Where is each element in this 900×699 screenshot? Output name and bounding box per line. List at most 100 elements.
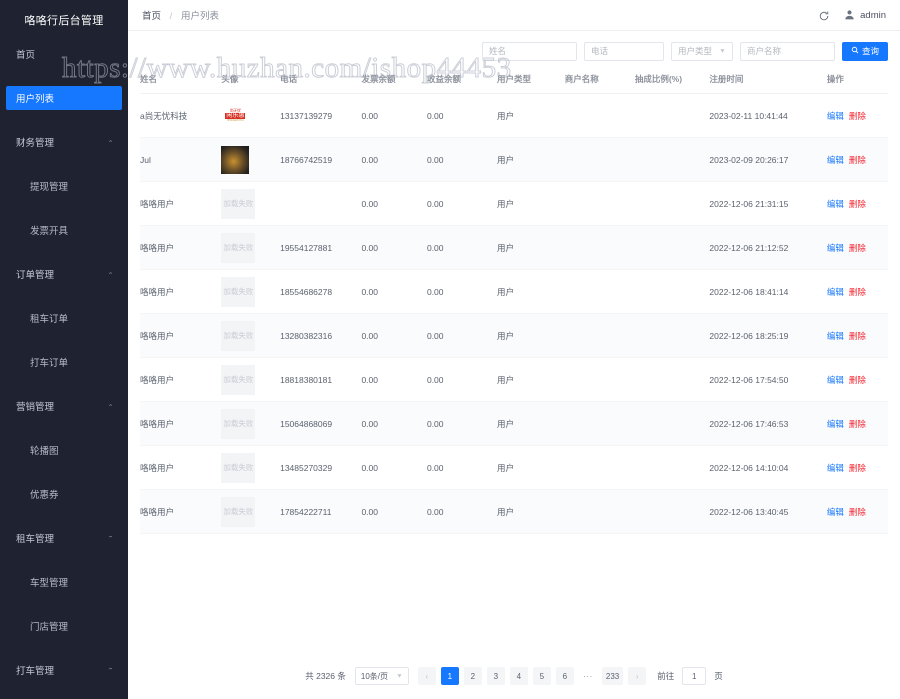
cell-phone-value: 18766742519 xyxy=(280,154,333,165)
edit-button[interactable]: 编辑 xyxy=(827,155,844,165)
cell-phone: 15064868069 xyxy=(280,401,362,446)
cell-avatar xyxy=(221,137,281,182)
cell-earnings-balance: 0.00 xyxy=(426,489,498,534)
edit-button[interactable]: 编辑 xyxy=(827,419,844,429)
cell-name-value: 咯咯用户 xyxy=(140,374,175,385)
edit-button[interactable]: 编辑 xyxy=(827,243,844,253)
sidebar-item-8[interactable]: 营销管理 ⌃ xyxy=(0,394,128,418)
edit-button[interactable]: 编辑 xyxy=(827,507,844,517)
edit-button[interactable]: 编辑 xyxy=(827,331,844,341)
sidebar-item-1[interactable]: 用户列表 xyxy=(6,86,122,110)
avatar-fail-label: 加载失败 xyxy=(223,375,254,384)
cell-phone xyxy=(280,181,362,226)
avatar-load-failed: 加载失败 xyxy=(221,188,256,219)
cell-name-value: 咯咯用户 xyxy=(140,242,175,253)
cell-user-type-value: 用户 xyxy=(497,286,515,297)
search-button[interactable]: 查询 xyxy=(841,41,888,61)
search-icon xyxy=(851,46,859,56)
page-size-select[interactable]: 10条/页 ▼ xyxy=(354,667,409,685)
sidebar-item-11[interactable]: 租车管理 ⌃ xyxy=(0,526,128,550)
pagination-last-page[interactable]: 233 xyxy=(601,667,624,685)
sidebar-item-14[interactable]: 打车管理 ⌃ xyxy=(0,658,128,682)
pagination-goto-unit: 页 xyxy=(714,671,723,681)
sidebar-item-0[interactable]: 首页 xyxy=(0,42,128,66)
edit-button[interactable]: 编辑 xyxy=(827,199,844,209)
sidebar-item-9[interactable]: 轮播图 xyxy=(0,438,128,462)
column-header-label: 商户名称 xyxy=(564,74,599,84)
cell-register-time: 2022-12-06 17:46:53 xyxy=(709,401,827,446)
cell-name-value: 咯咯用户 xyxy=(140,330,175,341)
cell-invoice-balance-value: 0.00 xyxy=(361,154,378,165)
sidebar-item-5[interactable]: 订单管理 ⌃ xyxy=(0,262,128,286)
cell-user-type: 用户 xyxy=(497,225,565,270)
search-input-phone[interactable]: 电话 xyxy=(583,41,664,61)
edit-button[interactable]: 编辑 xyxy=(827,111,844,121)
pagination-page-4[interactable]: 4 xyxy=(509,667,528,685)
delete-button[interactable]: 删除 xyxy=(849,111,866,121)
main-area: 首页 / 用户列表 admin 姓名 电话 用户类型 ▼ 商户名称 查询 姓名 … xyxy=(128,0,900,699)
sidebar-item-label: 发票开具 xyxy=(30,226,69,237)
pagination-prev[interactable]: ‹ xyxy=(417,667,436,685)
delete-button[interactable]: 删除 xyxy=(849,287,866,297)
pagination-page-2[interactable]: 2 xyxy=(463,667,482,685)
delete-button[interactable]: 删除 xyxy=(849,463,866,473)
cell-earnings-balance: 0.00 xyxy=(426,401,498,446)
pagination-ellipsis[interactable]: ··· xyxy=(579,667,597,685)
pagination-page-6[interactable]: 6 xyxy=(555,667,574,685)
refresh-icon[interactable] xyxy=(818,9,830,21)
edit-button[interactable]: 编辑 xyxy=(827,287,844,297)
delete-button[interactable]: 删除 xyxy=(849,331,866,341)
sidebar-item-12[interactable]: 车型管理 xyxy=(0,570,128,594)
search-input-merchant[interactable]: 商户名称 xyxy=(739,41,835,61)
cell-commission-rate xyxy=(634,225,710,270)
sidebar-item-6[interactable]: 租车订单 xyxy=(0,306,128,330)
edit-button[interactable]: 编辑 xyxy=(827,375,844,385)
cell-user-type-value: 用户 xyxy=(497,110,515,121)
delete-button[interactable]: 删除 xyxy=(849,419,866,429)
chevron-up-icon: ⌃ xyxy=(107,270,114,278)
delete-button[interactable]: 删除 xyxy=(849,507,866,517)
cell-user-type-value: 用户 xyxy=(497,242,515,253)
cell-actions: 编辑 删除 xyxy=(826,93,888,138)
cell-actions: 编辑 删除 xyxy=(826,401,888,446)
cell-actions: 编辑 删除 xyxy=(826,225,888,270)
cell-invoice-balance: 0.00 xyxy=(361,313,427,358)
delete-button[interactable]: 删除 xyxy=(849,155,866,165)
sidebar-item-7[interactable]: 打车订单 xyxy=(0,350,128,374)
cell-register-time-value: 2023-02-11 10:41:44 xyxy=(709,110,788,121)
sidebar-item-4[interactable]: 发票开具 xyxy=(0,218,128,242)
cell-phone: 18554686278 xyxy=(280,269,362,314)
search-select-user-type[interactable]: 用户类型 ▼ xyxy=(670,41,733,61)
pagination-page-5[interactable]: 5 xyxy=(532,667,551,685)
cell-phone-value: 18818380181 xyxy=(280,374,333,385)
pagination-next[interactable]: › xyxy=(628,667,647,685)
pagination-page-1[interactable]: 1 xyxy=(440,667,459,685)
pagination-page-3[interactable]: 3 xyxy=(486,667,505,685)
cell-phone-value: 13280382316 xyxy=(280,330,333,341)
cell-phone: 18766742519 xyxy=(280,137,362,182)
sidebar-item-13[interactable]: 门店管理 xyxy=(0,614,128,638)
sidebar-item-10[interactable]: 优惠券 xyxy=(0,482,128,506)
pagination-goto-input[interactable]: 1 xyxy=(682,667,707,685)
cell-name-value: 咯咯用户 xyxy=(140,286,175,297)
cell-earnings-balance: 0.00 xyxy=(426,181,498,226)
sidebar-item-2[interactable]: 财务管理 ⌃ xyxy=(0,130,128,154)
breadcrumb-home[interactable]: 首页 xyxy=(142,11,161,22)
cell-invoice-balance: 0.00 xyxy=(361,93,427,138)
cell-register-time: 2022-12-06 13:40:45 xyxy=(709,489,827,534)
delete-button[interactable]: 删除 xyxy=(849,375,866,385)
sidebar-item-label: 租车管理 xyxy=(16,534,55,545)
edit-button[interactable]: 编辑 xyxy=(827,463,844,473)
user-menu[interactable]: admin xyxy=(844,9,886,21)
username-label: admin xyxy=(860,9,886,21)
cell-name-value: a尚无忧科技 xyxy=(140,110,188,121)
column-header-label: 姓名 xyxy=(140,74,158,84)
cell-user-type: 用户 xyxy=(497,137,565,182)
sidebar-item-label: 打车管理 xyxy=(16,666,55,677)
search-phone-placeholder: 电话 xyxy=(590,46,608,56)
delete-button[interactable]: 删除 xyxy=(849,199,866,209)
sidebar-item-3[interactable]: 提现管理 xyxy=(0,174,128,198)
delete-button[interactable]: 删除 xyxy=(849,243,866,253)
search-input-name[interactable]: 姓名 xyxy=(481,41,577,61)
cell-merchant-name xyxy=(564,93,635,138)
